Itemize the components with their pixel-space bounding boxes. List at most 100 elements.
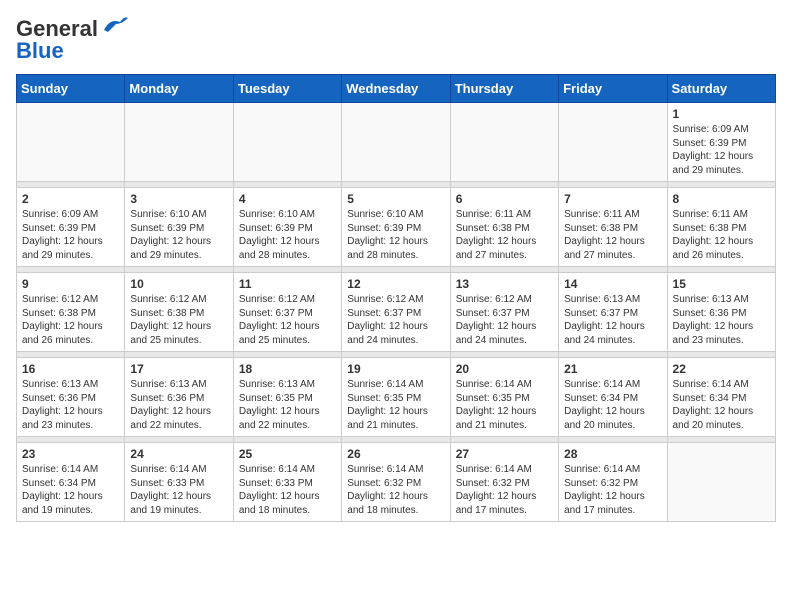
calendar-cell xyxy=(450,103,558,182)
day-number: 1 xyxy=(673,107,770,121)
calendar-cell: 9Sunrise: 6:12 AM Sunset: 6:38 PM Daylig… xyxy=(17,273,125,352)
day-number: 22 xyxy=(673,362,770,376)
calendar-cell: 13 Sunrise: 6:12 AM Sunset: 6:37 PM Dayli… xyxy=(450,273,558,352)
day-number: 5 xyxy=(347,192,444,206)
calendar-cell: 15 Sunrise: 6:13 AM Sunset: 6:36 PM Dayli… xyxy=(667,273,775,352)
day-info: Sunrise: 6:12 AM Sunset: 6:38 PM Dayligh… xyxy=(130,293,227,347)
calendar-week-4: 16Sunrise: 6:13 AM Sunset: 6:36 PM Dayli… xyxy=(17,358,776,437)
day-info: Sunrise: 6:13 AM Sunset: 6:35 PM Dayligh… xyxy=(239,378,336,432)
weekday-header-thursday: Thursday xyxy=(450,75,558,103)
day-info: Sunrise: 6:14 AM Sunset: 6:33 PM Dayligh… xyxy=(239,463,336,517)
calendar-week-5: 23 Sunrise: 6:14 AM Sunset: 6:34 PM Dayli… xyxy=(17,443,776,522)
logo-blue-text: Blue xyxy=(16,38,64,64)
weekday-header-wednesday: Wednesday xyxy=(342,75,450,103)
day-info: Sunrise: 6:14 AM Sunset: 6:32 PM Dayligh… xyxy=(456,463,553,517)
day-info: Sunrise: 6:10 AM Sunset: 6:39 PM Dayligh… xyxy=(347,208,444,262)
day-info: Sunrise: 6:09 AM Sunset: 6:39 PM Dayligh… xyxy=(673,123,770,177)
calendar-cell: 16Sunrise: 6:13 AM Sunset: 6:36 PM Dayli… xyxy=(17,358,125,437)
day-number: 25 xyxy=(239,447,336,461)
day-number: 28 xyxy=(564,447,661,461)
calendar-cell: 8 Sunrise: 6:11 AM Sunset: 6:38 PM Daylig… xyxy=(667,188,775,267)
day-number: 12 xyxy=(347,277,444,291)
calendar-cell xyxy=(559,103,667,182)
day-number: 20 xyxy=(456,362,553,376)
day-number: 16 xyxy=(22,362,119,376)
day-number: 4 xyxy=(239,192,336,206)
day-info: Sunrise: 6:10 AM Sunset: 6:39 PM Dayligh… xyxy=(130,208,227,262)
day-info: Sunrise: 6:12 AM Sunset: 6:37 PM Dayligh… xyxy=(456,293,553,347)
day-number: 27 xyxy=(456,447,553,461)
day-number: 26 xyxy=(347,447,444,461)
calendar-cell: 7 Sunrise: 6:11 AM Sunset: 6:38 PM Daylig… xyxy=(559,188,667,267)
day-number: 13 xyxy=(456,277,553,291)
day-number: 8 xyxy=(673,192,770,206)
calendar-cell: 12 Sunrise: 6:12 AM Sunset: 6:37 PM Dayli… xyxy=(342,273,450,352)
day-info: Sunrise: 6:14 AM Sunset: 6:32 PM Dayligh… xyxy=(564,463,661,517)
day-info: Sunrise: 6:12 AM Sunset: 6:37 PM Dayligh… xyxy=(347,293,444,347)
day-info: Sunrise: 6:11 AM Sunset: 6:38 PM Dayligh… xyxy=(456,208,553,262)
day-info: Sunrise: 6:11 AM Sunset: 6:38 PM Dayligh… xyxy=(673,208,770,262)
calendar-cell: 3 Sunrise: 6:10 AM Sunset: 6:39 PM Daylig… xyxy=(125,188,233,267)
calendar-cell xyxy=(233,103,341,182)
calendar-cell: 25 Sunrise: 6:14 AM Sunset: 6:33 PM Dayli… xyxy=(233,443,341,522)
calendar-cell xyxy=(125,103,233,182)
day-info: Sunrise: 6:14 AM Sunset: 6:35 PM Dayligh… xyxy=(347,378,444,432)
day-info: Sunrise: 6:09 AM Sunset: 6:39 PM Dayligh… xyxy=(22,208,119,262)
day-number: 10 xyxy=(130,277,227,291)
day-number: 19 xyxy=(347,362,444,376)
calendar-cell: 27 Sunrise: 6:14 AM Sunset: 6:32 PM Dayli… xyxy=(450,443,558,522)
day-number: 7 xyxy=(564,192,661,206)
calendar-cell: 1 Sunrise: 6:09 AM Sunset: 6:39 PM Daylig… xyxy=(667,103,775,182)
day-info: Sunrise: 6:10 AM Sunset: 6:39 PM Dayligh… xyxy=(239,208,336,262)
calendar-week-2: 2 Sunrise: 6:09 AM Sunset: 6:39 PM Daylig… xyxy=(17,188,776,267)
calendar-cell xyxy=(342,103,450,182)
calendar-cell: 14 Sunrise: 6:13 AM Sunset: 6:37 PM Dayli… xyxy=(559,273,667,352)
weekday-header-friday: Friday xyxy=(559,75,667,103)
calendar-cell: 19 Sunrise: 6:14 AM Sunset: 6:35 PM Dayli… xyxy=(342,358,450,437)
calendar-header-row: SundayMondayTuesdayWednesdayThursdayFrid… xyxy=(17,75,776,103)
day-info: Sunrise: 6:14 AM Sunset: 6:33 PM Dayligh… xyxy=(130,463,227,517)
weekday-header-sunday: Sunday xyxy=(17,75,125,103)
calendar-table: SundayMondayTuesdayWednesdayThursdayFrid… xyxy=(16,74,776,522)
day-info: Sunrise: 6:14 AM Sunset: 6:35 PM Dayligh… xyxy=(456,378,553,432)
day-number: 18 xyxy=(239,362,336,376)
day-info: Sunrise: 6:14 AM Sunset: 6:34 PM Dayligh… xyxy=(22,463,119,517)
calendar-cell: 22 Sunrise: 6:14 AM Sunset: 6:34 PM Dayli… xyxy=(667,358,775,437)
day-number: 2 xyxy=(22,192,119,206)
day-info: Sunrise: 6:12 AM Sunset: 6:37 PM Dayligh… xyxy=(239,293,336,347)
calendar-cell: 24 Sunrise: 6:14 AM Sunset: 6:33 PM Dayli… xyxy=(125,443,233,522)
day-number: 14 xyxy=(564,277,661,291)
day-number: 6 xyxy=(456,192,553,206)
weekday-header-tuesday: Tuesday xyxy=(233,75,341,103)
day-info: Sunrise: 6:14 AM Sunset: 6:34 PM Dayligh… xyxy=(564,378,661,432)
calendar-cell xyxy=(667,443,775,522)
page-header: General Blue xyxy=(16,16,776,64)
calendar-cell: 10 Sunrise: 6:12 AM Sunset: 6:38 PM Dayli… xyxy=(125,273,233,352)
day-number: 15 xyxy=(673,277,770,291)
calendar-cell: 2 Sunrise: 6:09 AM Sunset: 6:39 PM Daylig… xyxy=(17,188,125,267)
calendar-cell: 6 Sunrise: 6:11 AM Sunset: 6:38 PM Daylig… xyxy=(450,188,558,267)
day-info: Sunrise: 6:12 AM Sunset: 6:38 PM Dayligh… xyxy=(22,293,119,347)
day-info: Sunrise: 6:14 AM Sunset: 6:34 PM Dayligh… xyxy=(673,378,770,432)
calendar-cell: 21 Sunrise: 6:14 AM Sunset: 6:34 PM Dayli… xyxy=(559,358,667,437)
calendar-cell: 4 Sunrise: 6:10 AM Sunset: 6:39 PM Daylig… xyxy=(233,188,341,267)
day-number: 17 xyxy=(130,362,227,376)
calendar-cell: 23 Sunrise: 6:14 AM Sunset: 6:34 PM Dayli… xyxy=(17,443,125,522)
day-info: Sunrise: 6:14 AM Sunset: 6:32 PM Dayligh… xyxy=(347,463,444,517)
logo-bird-icon xyxy=(100,16,128,38)
day-number: 21 xyxy=(564,362,661,376)
calendar-week-1: 1 Sunrise: 6:09 AM Sunset: 6:39 PM Daylig… xyxy=(17,103,776,182)
calendar-cell: 20 Sunrise: 6:14 AM Sunset: 6:35 PM Dayli… xyxy=(450,358,558,437)
calendar-week-3: 9Sunrise: 6:12 AM Sunset: 6:38 PM Daylig… xyxy=(17,273,776,352)
day-info: Sunrise: 6:13 AM Sunset: 6:36 PM Dayligh… xyxy=(673,293,770,347)
calendar-cell: 11Sunrise: 6:12 AM Sunset: 6:37 PM Dayli… xyxy=(233,273,341,352)
calendar-cell: 17Sunrise: 6:13 AM Sunset: 6:36 PM Dayli… xyxy=(125,358,233,437)
day-number: 23 xyxy=(22,447,119,461)
day-number: 3 xyxy=(130,192,227,206)
calendar-cell xyxy=(17,103,125,182)
calendar-cell: 18 Sunrise: 6:13 AM Sunset: 6:35 PM Dayli… xyxy=(233,358,341,437)
weekday-header-monday: Monday xyxy=(125,75,233,103)
day-info: Sunrise: 6:11 AM Sunset: 6:38 PM Dayligh… xyxy=(564,208,661,262)
day-info: Sunrise: 6:13 AM Sunset: 6:37 PM Dayligh… xyxy=(564,293,661,347)
day-number: 24 xyxy=(130,447,227,461)
